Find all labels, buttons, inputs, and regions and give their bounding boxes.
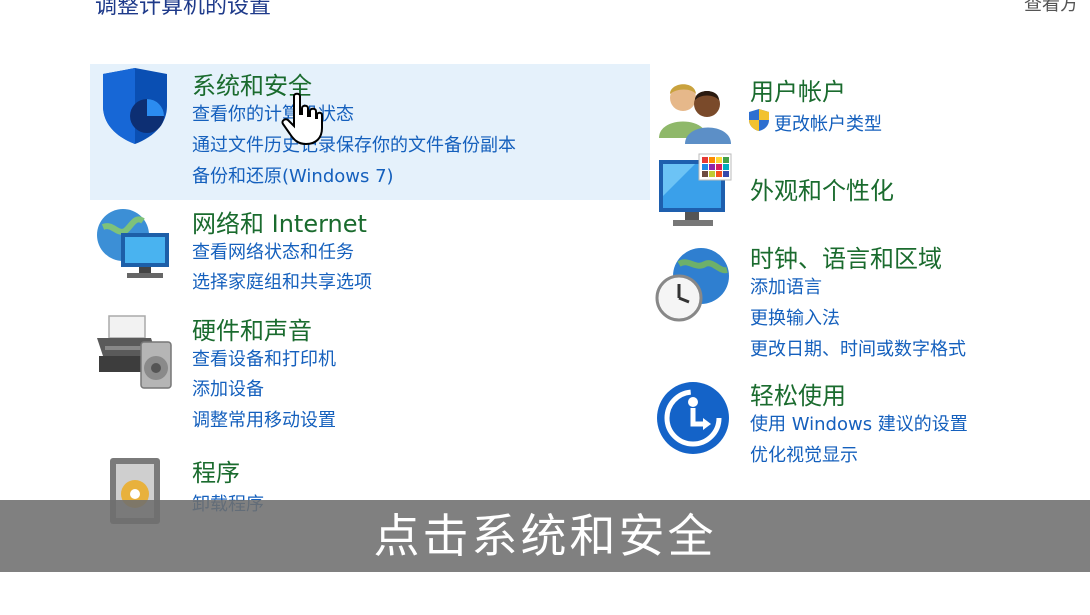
link-file-history-backup[interactable]: 通过文件历史记录保存你的文件备份副本	[192, 131, 516, 157]
monitor-palette-icon[interactable]	[655, 152, 735, 232]
category-title-clock-region[interactable]: 时钟、语言和区域	[750, 239, 942, 274]
link-devices-printers[interactable]: 查看设备和打印机	[192, 345, 336, 371]
network-globe-icon[interactable]	[95, 205, 175, 285]
link-homegroup-sharing[interactable]: 选择家庭组和共享选项	[192, 268, 372, 294]
link-change-input-method[interactable]: 更换输入法	[750, 304, 840, 330]
ease-of-access-icon[interactable]	[655, 378, 735, 458]
printer-icon[interactable]	[95, 312, 175, 392]
page-title: 调整计算机的设置	[95, 0, 272, 19]
category-title-network[interactable]: 网络和 Internet	[192, 204, 367, 239]
link-optimize-visual-display[interactable]: 优化视觉显示	[750, 441, 858, 467]
caption-text: 点击系统和安全	[373, 509, 717, 563]
link-add-device[interactable]: 添加设备	[192, 375, 264, 401]
clock-globe-icon[interactable]	[655, 244, 735, 324]
link-date-time-format[interactable]: 更改日期、时间或数字格式	[750, 335, 966, 361]
users-icon[interactable]	[655, 72, 735, 152]
category-title-user-accounts[interactable]: 用户帐户	[750, 72, 846, 107]
link-view-computer-status[interactable]: 查看你的计算机状态	[192, 100, 354, 126]
link-network-status[interactable]: 查看网络状态和任务	[192, 238, 354, 264]
bottom-strip	[0, 572, 1090, 615]
link-windows-recommended-settings[interactable]: 使用 Windows 建议的设置	[750, 410, 968, 436]
category-title-appearance[interactable]: 外观和个性化	[750, 171, 894, 206]
control-panel-window: 调整计算机的设置 查看方 系统和安全 查看你的计算机状态 通过文件历史记录保存你…	[0, 0, 1090, 615]
link-add-language[interactable]: 添加语言	[750, 273, 822, 299]
view-by-label[interactable]: 查看方	[1024, 0, 1078, 16]
shield-icon[interactable]	[95, 66, 175, 146]
category-title-ease-access[interactable]: 轻松使用	[750, 376, 846, 411]
category-title-programs[interactable]: 程序	[192, 453, 240, 488]
link-change-account-type[interactable]: 更改帐户类型	[774, 110, 882, 136]
link-mobility-settings[interactable]: 调整常用移动设置	[192, 406, 336, 432]
hand-cursor-icon	[281, 92, 323, 146]
uac-shield-icon	[749, 109, 769, 131]
link-backup-restore[interactable]: 备份和还原(Windows 7)	[192, 162, 394, 188]
category-title-hardware[interactable]: 硬件和声音	[192, 311, 312, 346]
